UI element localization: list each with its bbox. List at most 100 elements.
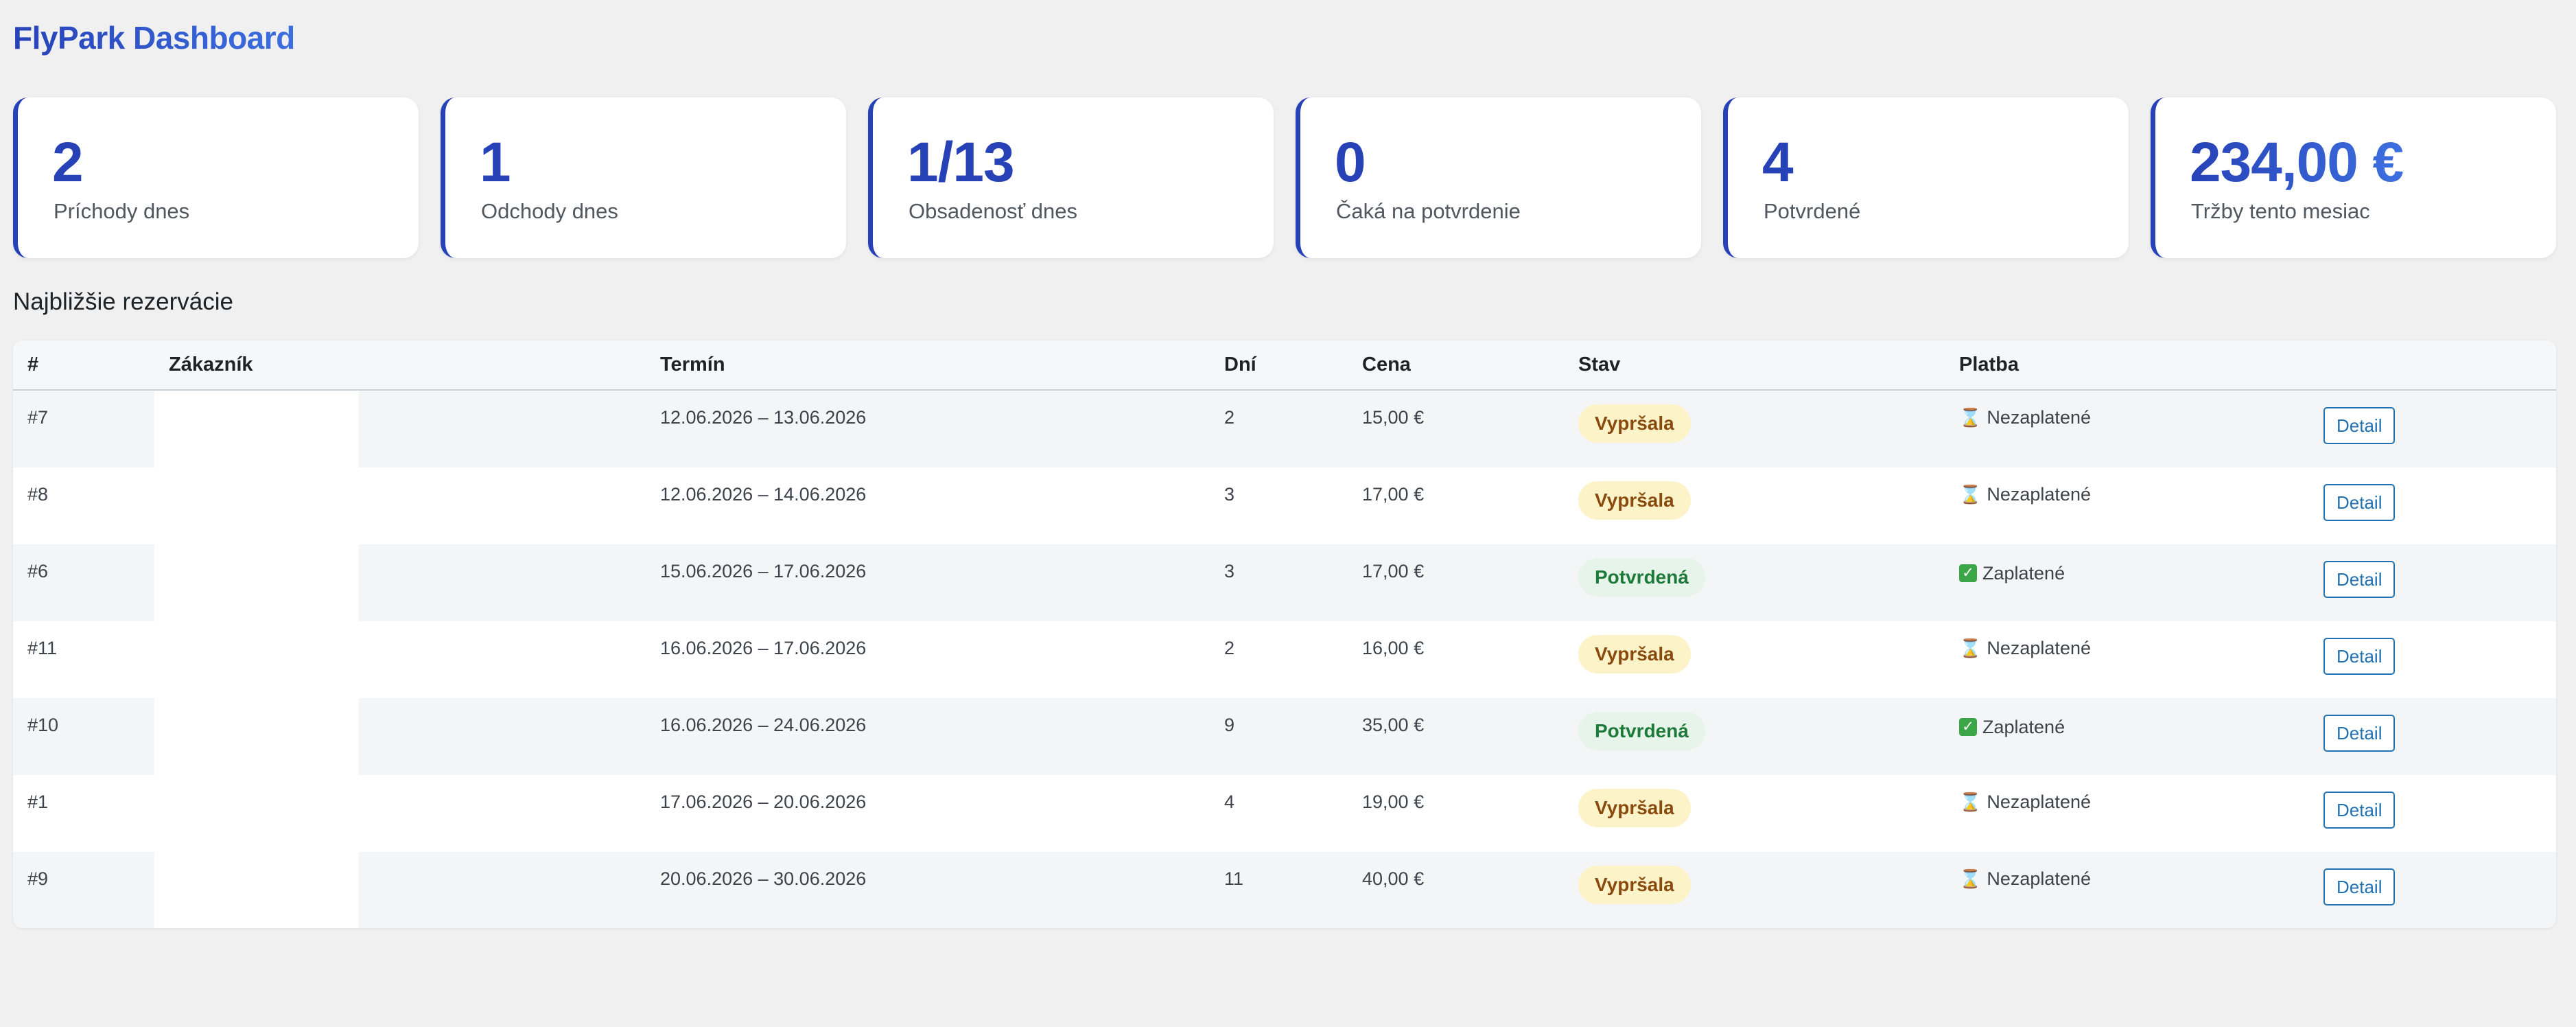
days-text: 4 bbox=[1224, 792, 1235, 812]
stat-card-revenue: 234,00 € Tržby tento mesiac bbox=[2151, 97, 2556, 258]
reservation-actions: Detail bbox=[2309, 621, 2556, 698]
table-row: #7 12.06.2026 – 13.06.2026 2 15,00 € Vyp… bbox=[13, 390, 2556, 468]
term-text: 12.06.2026 – 13.06.2026 bbox=[660, 407, 867, 428]
term-text: 20.06.2026 – 30.06.2026 bbox=[660, 868, 867, 889]
reservation-status: Vypršala bbox=[1564, 775, 1945, 852]
detail-button[interactable]: Detail bbox=[2323, 715, 2396, 752]
reservation-term: 16.06.2026 – 17.06.2026 bbox=[646, 621, 1210, 698]
reservation-term: 20.06.2026 – 30.06.2026 bbox=[646, 852, 1210, 928]
reservation-status: Potvrdená bbox=[1564, 544, 1945, 621]
term-text: 12.06.2026 – 14.06.2026 bbox=[660, 484, 867, 505]
stat-label: Čaká na potvrdenie bbox=[1336, 199, 1521, 223]
reservation-days: 2 bbox=[1210, 390, 1348, 468]
reservation-status: Vypršala bbox=[1564, 621, 1945, 698]
price-text: 19,00 € bbox=[1362, 792, 1425, 812]
status-badge: Vypršala bbox=[1578, 404, 1691, 443]
status-badge: Potvrdená bbox=[1578, 712, 1705, 750]
reservation-term: 16.06.2026 – 24.06.2026 bbox=[646, 698, 1210, 775]
stat-label: Tržby tento mesiac bbox=[2191, 199, 2370, 223]
reservation-term: 12.06.2026 – 13.06.2026 bbox=[646, 390, 1210, 468]
term-text: 17.06.2026 – 20.06.2026 bbox=[660, 792, 867, 812]
term-text: 15.06.2026 – 17.06.2026 bbox=[660, 561, 867, 581]
stat-card-occupancy: 1/13 Obsadenosť dnes bbox=[868, 97, 1274, 258]
payment-status: ⌛ Nezaplatené bbox=[1959, 868, 2091, 890]
reservation-status: Vypršala bbox=[1564, 390, 1945, 468]
payment-status: ✓ Zaplatené bbox=[1959, 563, 2065, 584]
table-row: #11 16.06.2026 – 17.06.2026 2 16,00 € Vy… bbox=[13, 621, 2556, 698]
term-text: 16.06.2026 – 24.06.2026 bbox=[660, 715, 867, 735]
price-text: 17,00 € bbox=[1362, 561, 1425, 581]
column-header-actions bbox=[2309, 341, 2556, 390]
stat-value: 0 bbox=[1335, 131, 1366, 194]
stats-cards: 2 Príchody dnes 1 Odchody dnes 1/13 Obsa… bbox=[13, 97, 2556, 258]
reservation-payment: ⌛ Nezaplatené bbox=[1945, 468, 2309, 544]
customer-redacted bbox=[154, 852, 359, 928]
reservation-id: #7 bbox=[13, 390, 154, 468]
reservation-days: 4 bbox=[1210, 775, 1348, 852]
column-header-days: Dní bbox=[1224, 354, 1256, 376]
payment-status: ⌛ Nezaplatené bbox=[1959, 792, 2091, 813]
days-text: 2 bbox=[1224, 407, 1235, 428]
customer-cell bbox=[154, 775, 646, 852]
detail-button[interactable]: Detail bbox=[2323, 484, 2396, 521]
reservation-days: 9 bbox=[1210, 698, 1348, 775]
stat-card-arrivals: 2 Príchody dnes bbox=[13, 97, 419, 258]
reservation-payment: ⌛ Nezaplatené bbox=[1945, 775, 2309, 852]
customer-redacted bbox=[154, 544, 359, 621]
detail-button[interactable]: Detail bbox=[2323, 407, 2396, 444]
reservation-id: #6 bbox=[13, 544, 154, 621]
payment-status: ⌛ Nezaplatené bbox=[1959, 638, 2091, 659]
reservation-actions: Detail bbox=[2309, 698, 2556, 775]
reservation-id: #8 bbox=[13, 468, 154, 544]
detail-button[interactable]: Detail bbox=[2323, 638, 2396, 675]
reservation-price: 17,00 € bbox=[1348, 468, 1564, 544]
payment-status: ⌛ Nezaplatené bbox=[1959, 484, 2091, 505]
reservation-payment: ✓ Zaplatené bbox=[1945, 698, 2309, 775]
reservation-days: 2 bbox=[1210, 621, 1348, 698]
price-text: 40,00 € bbox=[1362, 868, 1425, 889]
status-badge: Vypršala bbox=[1578, 866, 1691, 904]
reservation-days: 3 bbox=[1210, 544, 1348, 621]
detail-button[interactable]: Detail bbox=[2323, 868, 2396, 905]
payment-text: Nezaplatené bbox=[1987, 792, 2091, 812]
customer-cell bbox=[154, 468, 646, 544]
stat-card-departures: 1 Odchody dnes bbox=[441, 97, 846, 258]
payment-text: Nezaplatené bbox=[1987, 868, 2091, 889]
status-badge: Vypršala bbox=[1578, 789, 1691, 827]
customer-redacted bbox=[154, 621, 359, 698]
price-text: 15,00 € bbox=[1362, 407, 1425, 428]
dashboard-page: FlyPark Dashboard 2 Príchody dnes 1 Odch… bbox=[0, 0, 2576, 1027]
reservation-id-text: #6 bbox=[27, 561, 49, 581]
reservation-status: Potvrdená bbox=[1564, 698, 1945, 775]
hourglass-icon: ⌛ bbox=[1959, 407, 1982, 428]
reservation-price: 19,00 € bbox=[1348, 775, 1564, 852]
table-row: #1 17.06.2026 – 20.06.2026 4 19,00 € Vyp… bbox=[13, 775, 2556, 852]
reservation-term: 17.06.2026 – 20.06.2026 bbox=[646, 775, 1210, 852]
customer-cell bbox=[154, 390, 646, 468]
column-header-payment: Platba bbox=[1959, 354, 2019, 376]
customer-redacted bbox=[154, 775, 359, 852]
stat-value: 234,00 € bbox=[2190, 131, 2404, 194]
reservation-payment: ✓ Zaplatené bbox=[1945, 544, 2309, 621]
reservation-price: 15,00 € bbox=[1348, 390, 1564, 468]
hourglass-icon: ⌛ bbox=[1959, 868, 1982, 889]
stat-value: 2 bbox=[52, 131, 84, 194]
reservation-actions: Detail bbox=[2309, 775, 2556, 852]
detail-button[interactable]: Detail bbox=[2323, 561, 2396, 598]
customer-redacted bbox=[154, 698, 359, 775]
stat-card-pending: 0 Čaká na potvrdenie bbox=[1296, 97, 1701, 258]
status-badge: Vypršala bbox=[1578, 635, 1691, 673]
price-text: 17,00 € bbox=[1362, 484, 1425, 505]
reservation-id: #9 bbox=[13, 852, 154, 928]
stat-value: 1 bbox=[480, 131, 511, 194]
reservation-id-text: #8 bbox=[27, 484, 49, 505]
page-title: FlyPark Dashboard bbox=[13, 20, 295, 56]
reservation-days: 11 bbox=[1210, 852, 1348, 928]
status-badge: Potvrdená bbox=[1578, 558, 1705, 597]
customer-cell bbox=[154, 698, 646, 775]
reservation-id: #1 bbox=[13, 775, 154, 852]
stat-value: 1/13 bbox=[907, 131, 1015, 194]
reservation-payment: ⌛ Nezaplatené bbox=[1945, 621, 2309, 698]
detail-button[interactable]: Detail bbox=[2323, 792, 2396, 829]
payment-text: Zaplatené bbox=[1982, 562, 2065, 584]
